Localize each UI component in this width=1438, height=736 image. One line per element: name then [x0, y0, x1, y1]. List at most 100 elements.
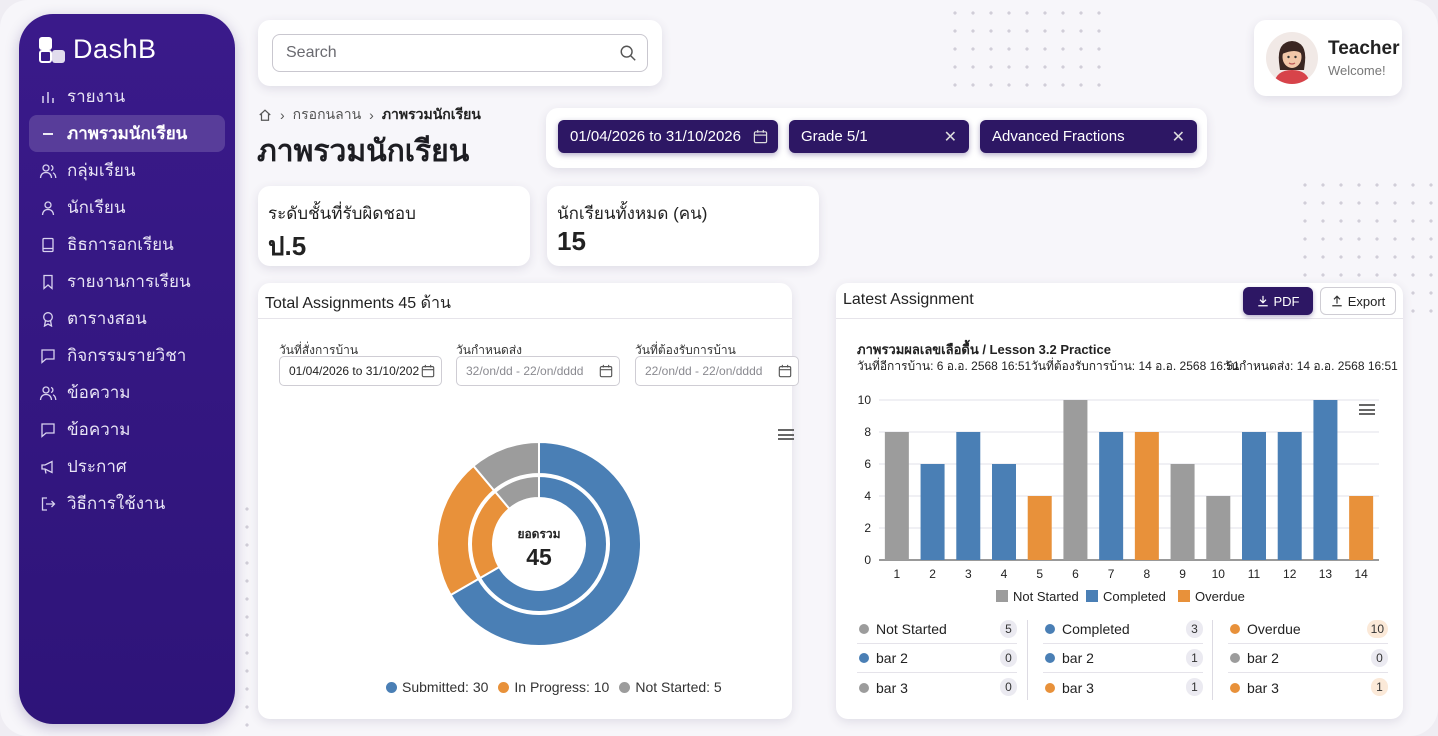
sidebar-item-5[interactable]: รายงานการเรียน	[29, 263, 225, 300]
decorative-dots	[946, 4, 1106, 94]
stat-value: ป.5	[268, 231, 307, 261]
date-range-filter[interactable]: 01/04/2026 to 31/10/2026	[558, 120, 778, 153]
summary-label: bar 2	[1247, 650, 1279, 666]
donut-center-value: 45	[526, 544, 552, 570]
chat-icon	[39, 347, 57, 365]
summary-row: Completed 3	[1043, 615, 1203, 644]
x-tick-label: 13	[1319, 567, 1333, 581]
sidebar-item-4[interactable]: ธิธการอกเรียน	[29, 226, 225, 263]
bar[interactable]	[1134, 432, 1159, 560]
sidebar-nav: รายงานภาพรวมนักเรียนกลุ่มเรียน นักเรียน ธิ…	[29, 78, 225, 522]
panel-title: Latest Assignment	[836, 283, 1403, 319]
breadcrumb-item[interactable]: กรอกนลาน	[293, 104, 361, 126]
sidebar-item-11[interactable]: วิธีการใช้งาน	[29, 485, 225, 522]
count-badge: 1	[1186, 649, 1203, 667]
home-icon[interactable]	[258, 108, 272, 122]
logo[interactable]: DashB	[39, 34, 157, 65]
close-icon[interactable]: ✕	[1172, 127, 1185, 147]
avatar[interactable]	[1266, 32, 1318, 84]
topic-filter[interactable]: Advanced Fractions ✕	[980, 120, 1197, 153]
panel-title: Total Assignments 45 ด้าน	[258, 283, 792, 319]
legend-dot	[1230, 682, 1240, 693]
bar[interactable]	[884, 432, 909, 560]
bar[interactable]	[956, 432, 981, 560]
sidebar-item-0[interactable]: รายงาน	[29, 78, 225, 115]
bar[interactable]	[920, 464, 945, 560]
dash-icon	[39, 125, 57, 143]
bar[interactable]	[992, 464, 1016, 560]
export-button[interactable]: Export	[1320, 287, 1396, 315]
legend-label[interactable]: Not Started	[1013, 589, 1079, 604]
date-placeholder: 22/on/dd - 22/on/dddd	[645, 364, 763, 378]
users-icon	[39, 162, 57, 180]
sidebar-item-3[interactable]: นักเรียน	[29, 189, 225, 226]
sidebar-item-10[interactable]: ประกาศ	[29, 448, 225, 485]
x-tick-label: 1	[894, 567, 901, 581]
chat-icon	[39, 421, 57, 439]
date-placeholder: 32/on/dd - 22/on/dddd	[466, 364, 584, 378]
profile-card[interactable]: Teacher Welcome!	[1254, 20, 1402, 96]
stat-label: ระดับชั้นที่รับผิดชอบ	[268, 204, 416, 223]
grade-filter[interactable]: Grade 5/1 ✕	[789, 120, 969, 153]
sidebar-item-6[interactable]: ตารางสอน	[29, 300, 225, 337]
upload-icon	[1331, 295, 1342, 307]
receive-date-input[interactable]: 22/on/dd - 22/on/dddd	[635, 356, 799, 386]
x-tick-label: 6	[1072, 567, 1079, 581]
bar[interactable]	[1349, 496, 1374, 560]
count-badge: 1	[1186, 678, 1203, 696]
calendar-icon[interactable]	[421, 364, 435, 378]
export-label: Export	[1347, 293, 1386, 309]
bar[interactable]	[1313, 400, 1338, 560]
count-badge: 10	[1366, 620, 1388, 638]
bar[interactable]	[1170, 464, 1195, 560]
pdf-button[interactable]: PDF	[1243, 287, 1313, 315]
sidebar-item-1[interactable]: ภาพรวมนักเรียน	[29, 115, 225, 152]
x-tick-label: 9	[1179, 567, 1186, 581]
topic-value: Advanced Fractions	[992, 128, 1125, 145]
summary-row: Overdue 10	[1228, 615, 1388, 644]
user-icon	[39, 199, 57, 217]
search-icon[interactable]	[619, 44, 637, 62]
book-icon	[39, 236, 57, 254]
award-icon	[39, 310, 57, 328]
calendar-icon[interactable]	[778, 364, 792, 378]
summary-row: bar 3 1	[1228, 673, 1388, 702]
legend-label[interactable]: Overdue	[1195, 589, 1245, 604]
bar[interactable]	[1277, 432, 1302, 560]
close-icon[interactable]: ✕	[944, 127, 957, 147]
legend-dot	[859, 653, 869, 663]
decorative-dots	[238, 500, 256, 730]
sidebar-item-2[interactable]: กลุ่มเรียน	[29, 152, 225, 189]
bar[interactable]	[1242, 432, 1266, 560]
search-input[interactable]: Search	[272, 34, 648, 72]
sidebar-item-9[interactable]: ข้อความ	[29, 411, 225, 448]
assigned-date-input[interactable]: 01/04/2026 to 31/10/202	[279, 356, 442, 386]
sidebar-item-label: ข้อความ	[67, 420, 131, 439]
bar[interactable]	[1099, 432, 1124, 560]
sidebar-item-label: ประกาศ	[67, 457, 127, 476]
calendar-icon[interactable]	[753, 129, 768, 144]
x-tick-label: 2	[929, 567, 936, 581]
x-tick-label: 4	[1001, 567, 1008, 581]
summary-column: Overdue 10 bar 2 0 bar 3 1	[1228, 615, 1388, 702]
calendar-icon[interactable]	[599, 364, 613, 378]
legend-dot	[1045, 624, 1055, 634]
summary-row: bar 3 1	[1043, 673, 1203, 702]
sidebar-item-8[interactable]: ข้อความ	[29, 374, 225, 411]
bar[interactable]	[1206, 496, 1231, 560]
summary-label: bar 3	[1247, 679, 1279, 696]
bar[interactable]	[1063, 400, 1088, 560]
due-date-input[interactable]: 32/on/dd - 22/on/dddd	[456, 356, 620, 386]
page-title: ภาพรวมนักเรียน	[257, 135, 470, 168]
sidebar-item-7[interactable]: กิจกรรมรายวิชา	[29, 337, 225, 374]
sidebar-item-label: วิธีการใช้งาน	[67, 494, 166, 513]
legend-dot	[1045, 653, 1055, 663]
search-card: Search	[258, 20, 662, 86]
sidebar-item-label: ข้อความ	[67, 383, 131, 402]
summary-label: Not Started	[876, 621, 947, 637]
legend-label[interactable]: Completed	[1103, 589, 1166, 604]
y-tick-label: 10	[858, 393, 872, 407]
bar-chart: 02468101 2 3 4 5 6 7 8 9 10 11 12 13 14Not Started Com…	[858, 393, 1379, 604]
sidebar-item-label: ภาพรวมนักเรียน	[67, 124, 188, 143]
bar[interactable]	[1027, 496, 1052, 560]
